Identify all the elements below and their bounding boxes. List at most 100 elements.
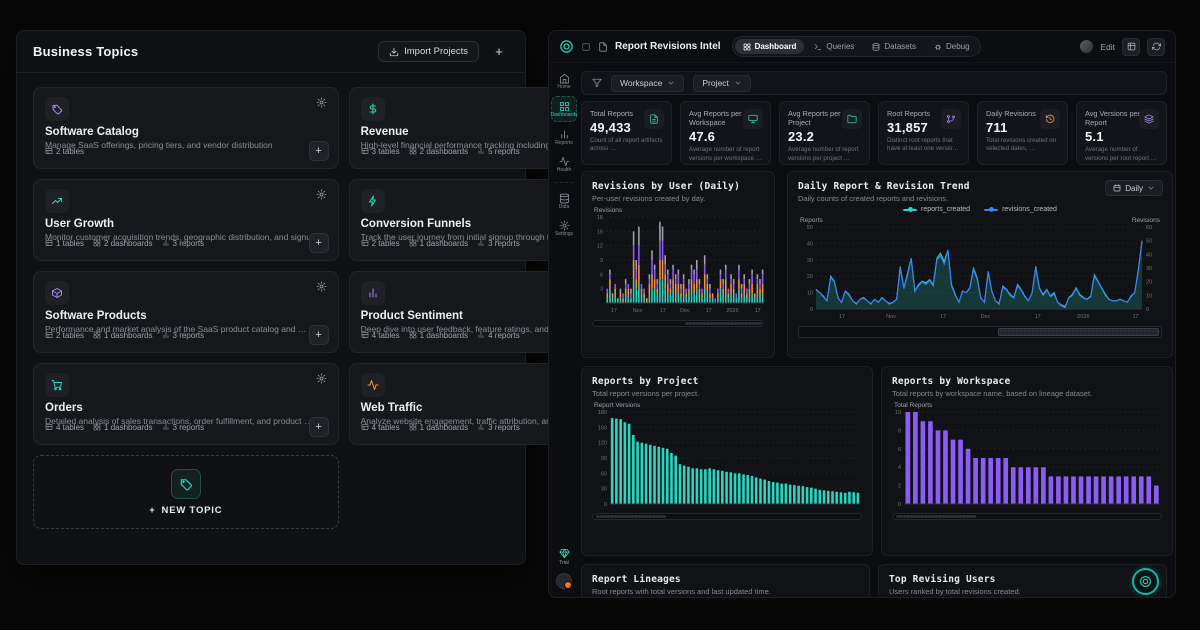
svg-text:17: 17 [660, 308, 666, 314]
dashboard-topbar: Report Revisions Intel Dashboard Queries D… [549, 31, 1175, 63]
project-filter-dropdown[interactable]: Project [693, 74, 751, 92]
topic-card[interactable]: Software Products Performance and market… [33, 271, 339, 353]
legend-item[interactable]: revisions_created [984, 206, 1057, 213]
user-avatar[interactable] [1080, 40, 1094, 53]
layout-grid-button[interactable] [1122, 37, 1140, 56]
dashboard-title: Report Revisions Intel [615, 41, 721, 52]
svg-text:Nov: Nov [633, 308, 643, 314]
topic-title: Software Catalog [45, 126, 139, 138]
svg-text:90: 90 [601, 456, 607, 462]
box-icon [45, 281, 69, 305]
terminal-icon [814, 43, 822, 51]
svg-text:9: 9 [600, 258, 603, 264]
edit-button[interactable]: Edit [1100, 42, 1115, 52]
assistant-bubble-button[interactable] [1132, 568, 1159, 595]
chart-subtitle: Total reports by workspace name, based o… [892, 389, 1093, 398]
svg-text:Dec: Dec [680, 308, 690, 314]
kpi-card: Daily Revisions 711 Total revisions crea… [977, 101, 1068, 165]
tab-dashboard[interactable]: Dashboard [734, 39, 805, 54]
topic-meta: 2 dashboards [409, 147, 468, 156]
trial-badge[interactable]: Trial [558, 548, 570, 566]
history-icon [1040, 109, 1060, 129]
calendar-icon [1113, 184, 1121, 192]
svg-text:Nov: Nov [886, 314, 896, 320]
profile-avatar[interactable] [556, 573, 572, 589]
app-logo-icon[interactable] [559, 39, 574, 54]
topic-add-button[interactable]: + [308, 233, 329, 253]
sidebar-item-settings[interactable]: Settings [551, 216, 577, 240]
svg-text:3: 3 [600, 287, 603, 293]
gear-icon[interactable] [316, 281, 327, 292]
dashboard-window: Report Revisions Intel Dashboard Queries D… [548, 30, 1176, 598]
sidebar-item-reports[interactable]: Reports [551, 125, 577, 149]
range-dropdown[interactable]: Daily [1105, 180, 1163, 196]
checkbox-icon[interactable] [581, 42, 591, 52]
report-lineages-card: Report Lineages Root reports with total … [581, 564, 870, 597]
topic-meta: 1 dashboards [93, 423, 153, 432]
sidebar-item-data[interactable]: Data [551, 189, 577, 213]
new-topic-card[interactable]: + NEW TOPIC [33, 455, 339, 529]
legend-item[interactable]: reports_created [903, 206, 970, 213]
import-projects-button[interactable]: Import Projects [378, 41, 479, 62]
topic-title: Software Products [45, 310, 147, 322]
svg-text:0: 0 [810, 307, 813, 313]
topic-card[interactable]: User Growth Monitor customer acquisition… [33, 179, 339, 261]
activity-icon [360, 373, 385, 397]
gear-icon[interactable] [316, 97, 327, 108]
topic-meta: 2 tables [45, 147, 84, 156]
cart-icon [45, 373, 69, 397]
topic-card[interactable]: Software Catalog Manage SaaS offerings, … [33, 87, 339, 169]
kpi-title: Daily Revisions [986, 109, 1036, 118]
topic-add-button[interactable]: + [308, 417, 329, 437]
kpi-description: Average number of versions per root repo… [1085, 146, 1157, 162]
workspace-filter-dropdown[interactable]: Workspace [611, 74, 685, 92]
svg-text:15: 15 [597, 229, 603, 235]
chart-scrollbar[interactable] [592, 320, 764, 327]
svg-text:180: 180 [598, 410, 607, 416]
tab-debug[interactable]: Debug [926, 39, 978, 54]
chart-title: Revisions by User (Daily) [592, 181, 740, 192]
daily-trend-chart: 0 10 20 30 40 50 0 10 20 30 40 50 60 17 Nov 17 Dec 17 2026… [798, 224, 1162, 322]
document-icon [598, 41, 608, 52]
svg-text:8: 8 [898, 428, 901, 434]
gear-icon[interactable] [316, 189, 327, 200]
sidebar-item-dashboards[interactable]: Dashboards [551, 96, 577, 122]
topic-card[interactable]: Orders Detailed analysis of sales transa… [33, 363, 339, 445]
svg-text:6: 6 [600, 272, 603, 278]
tab-queries[interactable]: Queries [806, 39, 862, 54]
topic-meta: 3 reports [477, 239, 520, 248]
topic-add-button[interactable]: + [308, 325, 329, 345]
gear-icon[interactable] [316, 373, 327, 384]
chevron-down-icon [734, 79, 742, 87]
layers-icon [1139, 109, 1159, 129]
kpi-description: Distinct root reports that have at least… [887, 137, 958, 153]
svg-text:10: 10 [895, 410, 901, 416]
sidebar-nav: Home Dashboards Reports Health Data Settings T… [549, 63, 579, 597]
sidebar-item-home[interactable]: Home [551, 69, 577, 93]
topic-meta: 4 tables [361, 331, 400, 340]
chart-scrollbar[interactable] [892, 513, 1162, 520]
svg-text:0: 0 [1146, 307, 1149, 313]
kpi-card: Total Reports 49,433 Count of all report… [581, 101, 672, 165]
chevron-down-icon [667, 79, 675, 87]
topic-meta: 3 reports [162, 331, 204, 340]
svg-text:18: 18 [597, 215, 603, 221]
add-topic-header-button[interactable]: + [489, 42, 509, 62]
chart-brush[interactable] [798, 326, 1162, 338]
refresh-button[interactable] [1147, 37, 1165, 56]
svg-text:4: 4 [898, 465, 901, 471]
topic-add-button[interactable]: + [308, 141, 329, 161]
kpi-value: 23.2 [788, 129, 815, 145]
chart-scrollbar[interactable] [592, 513, 862, 520]
topic-meta: 1 dashboards [409, 423, 468, 432]
sidebar-item-health[interactable]: Health [551, 152, 577, 176]
tab-datasets[interactable]: Datasets [864, 39, 924, 54]
chart-subtitle: Total report versions per project. [592, 389, 700, 398]
svg-text:2026: 2026 [1077, 314, 1089, 320]
svg-text:17: 17 [1035, 314, 1041, 320]
card-subtitle: Root reports with total versions and las… [592, 587, 771, 596]
svg-text:60: 60 [601, 471, 607, 477]
topic-meta: 3 reports [162, 239, 204, 248]
top-revising-users-card: Top Revising Users Users ranked by total… [878, 564, 1167, 597]
chevron-down-icon [1147, 184, 1155, 192]
